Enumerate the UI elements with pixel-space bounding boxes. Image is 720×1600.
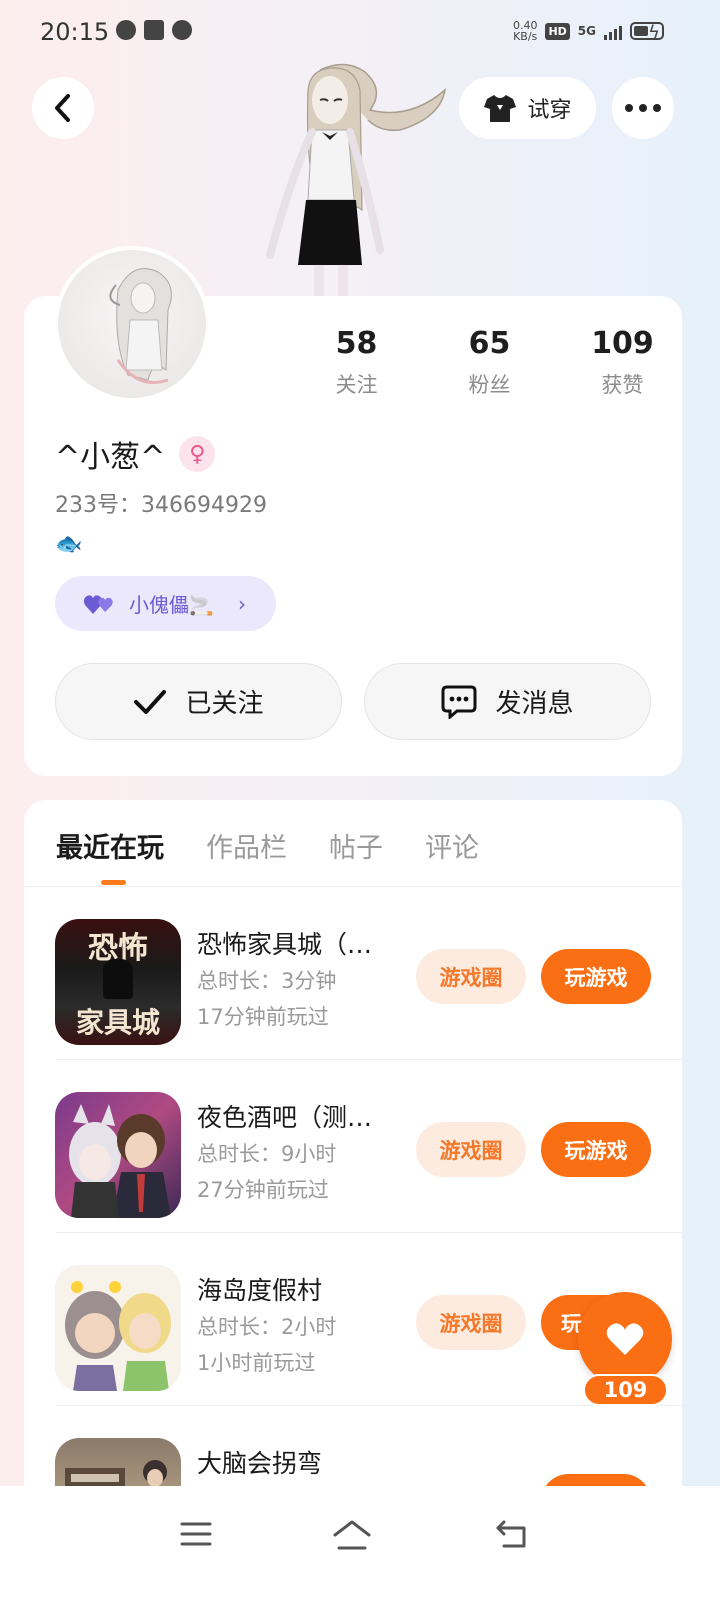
status-right: 0.40 KB/s HD 5G <box>513 20 664 42</box>
stats-row: 58 关注 65 粉丝 109 获赞 <box>290 326 689 399</box>
game-duration: 总时长：9小时 <box>197 1142 337 1166</box>
like-count-badge: 109 <box>583 1374 668 1406</box>
signature: 🐟 <box>55 532 83 557</box>
play-game-button[interactable]: 玩游戏 <box>541 949 651 1004</box>
wechat-icon <box>116 20 136 40</box>
system-nav-bar <box>0 1486 720 1600</box>
tab-comments[interactable]: 评论 <box>425 826 479 865</box>
relation-label: 小傀儡🚬 <box>129 593 214 617</box>
stat-following[interactable]: 58 关注 <box>290 326 423 399</box>
tab-works[interactable]: 作品栏 <box>206 826 287 865</box>
checkmark-icon <box>134 689 167 714</box>
chat-bubble-icon <box>172 20 192 40</box>
game-circle-button[interactable]: 游戏圈 <box>416 949 526 1004</box>
charging-icon: ϟ <box>648 22 660 43</box>
back-nav-button[interactable] <box>490 1512 534 1556</box>
tshirt-icon <box>484 95 517 122</box>
try-on-button[interactable]: 试穿 <box>459 77 596 139</box>
play-game-button[interactable] <box>541 1474 651 1486</box>
chat-bubble-icon <box>441 685 477 719</box>
character-figure <box>250 60 460 298</box>
relation-chip[interactable]: 小傀儡🚬 › <box>55 576 276 631</box>
status-bar: 20:15 0.40 KB/s HD 5G ϟ <box>0 0 720 64</box>
game-circle-button[interactable]: 游戏圈 <box>416 1295 526 1350</box>
home-nav-button[interactable] <box>330 1512 374 1556</box>
book-icon <box>144 20 164 40</box>
play-game-button[interactable]: 玩游戏 <box>541 1122 651 1177</box>
hearts-icon <box>83 594 113 614</box>
profile-tabs: 最近在玩 作品栏 帖子 评论 <box>56 826 479 865</box>
notification-icons <box>116 20 192 40</box>
status-time: 20:15 <box>40 18 110 46</box>
hd-badge: HD <box>545 22 570 40</box>
game-title: 大脑会拐弯 <box>197 1449 323 1478</box>
female-icon: ♀ <box>179 436 216 472</box>
game-title: 恐怖家具城（… <box>197 930 373 959</box>
game-title: 海岛度假村 <box>197 1276 323 1305</box>
net-speed: 0.40 KB/s <box>512 19 538 43</box>
game-circle-button[interactable]: 游戏圈 <box>416 1122 526 1177</box>
game-duration: 总时长：2小时 <box>197 1315 337 1339</box>
signal-icon <box>604 22 622 40</box>
more-dots-icon <box>625 104 661 112</box>
send-message-label: 发消息 <box>495 689 574 719</box>
stat-followers[interactable]: 65 粉丝 <box>423 326 556 399</box>
game-row[interactable]: 大脑会拐弯 <box>24 1406 682 1486</box>
game-last-played: 17分钟前玩过 <box>197 1005 329 1029</box>
menu-icon <box>180 1522 212 1546</box>
monster-figure <box>103 959 133 999</box>
back-arrow-icon <box>496 1520 526 1548</box>
send-message-button[interactable]: 发消息 <box>364 663 651 740</box>
more-button[interactable] <box>612 77 674 139</box>
chevron-left-icon <box>55 94 70 122</box>
avatar[interactable] <box>54 246 210 402</box>
game-icon[interactable] <box>55 1265 181 1391</box>
username: ^小葱^ <box>55 440 166 475</box>
stat-likes[interactable]: 109 获赞 <box>556 326 689 399</box>
user-id[interactable]: 233号：346694929 <box>55 487 267 519</box>
home-icon <box>333 1520 371 1550</box>
following-label: 已关注 <box>185 689 264 719</box>
game-icon[interactable] <box>55 1092 181 1218</box>
game-duration: 总时长：3分钟 <box>197 969 337 993</box>
game-row[interactable]: 恐怖 家具城 恐怖家具城（… 总时长：3分钟 17分钟前玩过 游戏圈 玩游戏 <box>24 887 682 1060</box>
tab-recently-played[interactable]: 最近在玩 <box>56 826 164 865</box>
network-type: 5G <box>577 24 596 38</box>
heart-icon <box>606 1323 644 1355</box>
following-button[interactable]: 已关注 <box>55 663 342 740</box>
chevron-right-icon: › <box>238 591 246 616</box>
game-last-played: 27分钟前玩过 <box>197 1178 329 1202</box>
username-row: ^小葱^ ♀ <box>55 432 216 476</box>
game-title: 夜色酒吧（测… <box>197 1103 373 1132</box>
game-last-played: 1小时前玩过 <box>197 1351 316 1375</box>
menu-nav-button[interactable] <box>174 1512 218 1556</box>
game-icon[interactable]: 恐怖 家具城 <box>55 919 181 1045</box>
game-row[interactable]: 夜色酒吧（测… 总时长：9小时 27分钟前玩过 游戏圈 玩游戏 <box>24 1060 682 1233</box>
try-on-label: 试穿 <box>527 98 572 123</box>
game-icon[interactable] <box>55 1438 181 1486</box>
tab-posts[interactable]: 帖子 <box>329 826 383 865</box>
like-button[interactable] <box>578 1292 672 1386</box>
tab-indicator <box>101 880 126 885</box>
back-button[interactable] <box>32 77 94 139</box>
